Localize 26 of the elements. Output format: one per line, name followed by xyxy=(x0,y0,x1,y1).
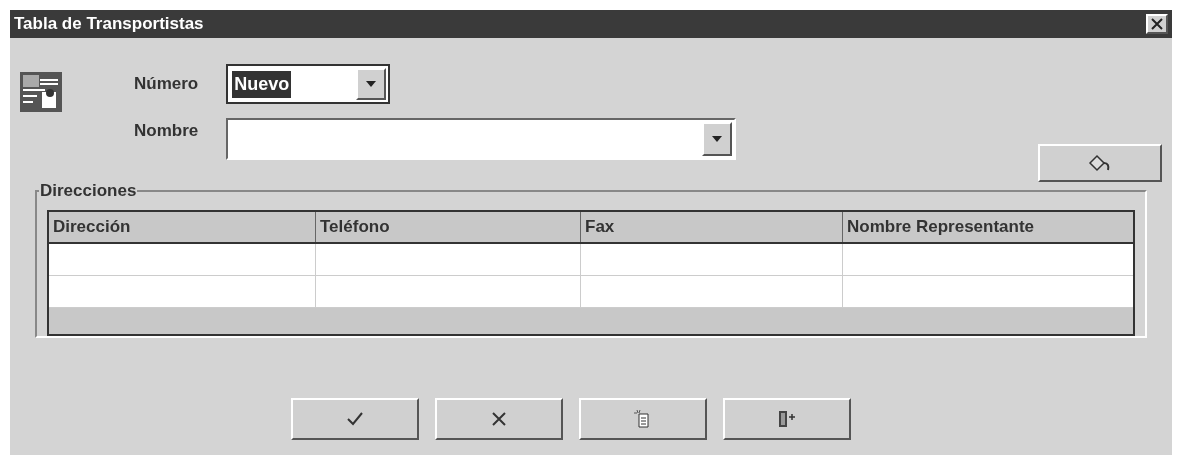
close-button[interactable] xyxy=(1146,14,1168,34)
exit-button[interactable] xyxy=(723,398,851,440)
accept-button[interactable] xyxy=(291,398,419,440)
paint-bucket-icon xyxy=(1088,153,1112,173)
close-icon xyxy=(491,411,507,427)
caret-icon xyxy=(366,81,377,87)
column-header[interactable]: Fax xyxy=(580,212,842,242)
dropdown-arrow-button[interactable] xyxy=(356,68,387,100)
exit-door-icon xyxy=(777,409,797,429)
cancel-button[interactable] xyxy=(435,398,563,440)
dropdown-arrow-button[interactable] xyxy=(702,122,733,156)
column-header[interactable]: Teléfono xyxy=(315,212,580,242)
check-icon xyxy=(346,411,364,427)
window-title: Tabla de Transportistas xyxy=(14,13,204,36)
numero-dropdown[interactable]: Nuevo xyxy=(226,64,391,104)
paint-button[interactable] xyxy=(1038,144,1162,182)
nombre-label: Nombre xyxy=(134,120,199,142)
dropdown-value: Nuevo xyxy=(232,70,292,98)
close-icon xyxy=(1151,18,1163,30)
column-header[interactable]: Dirección xyxy=(49,212,315,242)
numero-label: Número xyxy=(134,73,199,96)
caret-icon xyxy=(712,136,723,142)
nombre-dropdown[interactable] xyxy=(226,118,737,160)
new-button[interactable] xyxy=(579,398,707,440)
new-document-icon xyxy=(634,409,652,429)
column-header[interactable]: Nombre Representante xyxy=(842,212,1133,242)
